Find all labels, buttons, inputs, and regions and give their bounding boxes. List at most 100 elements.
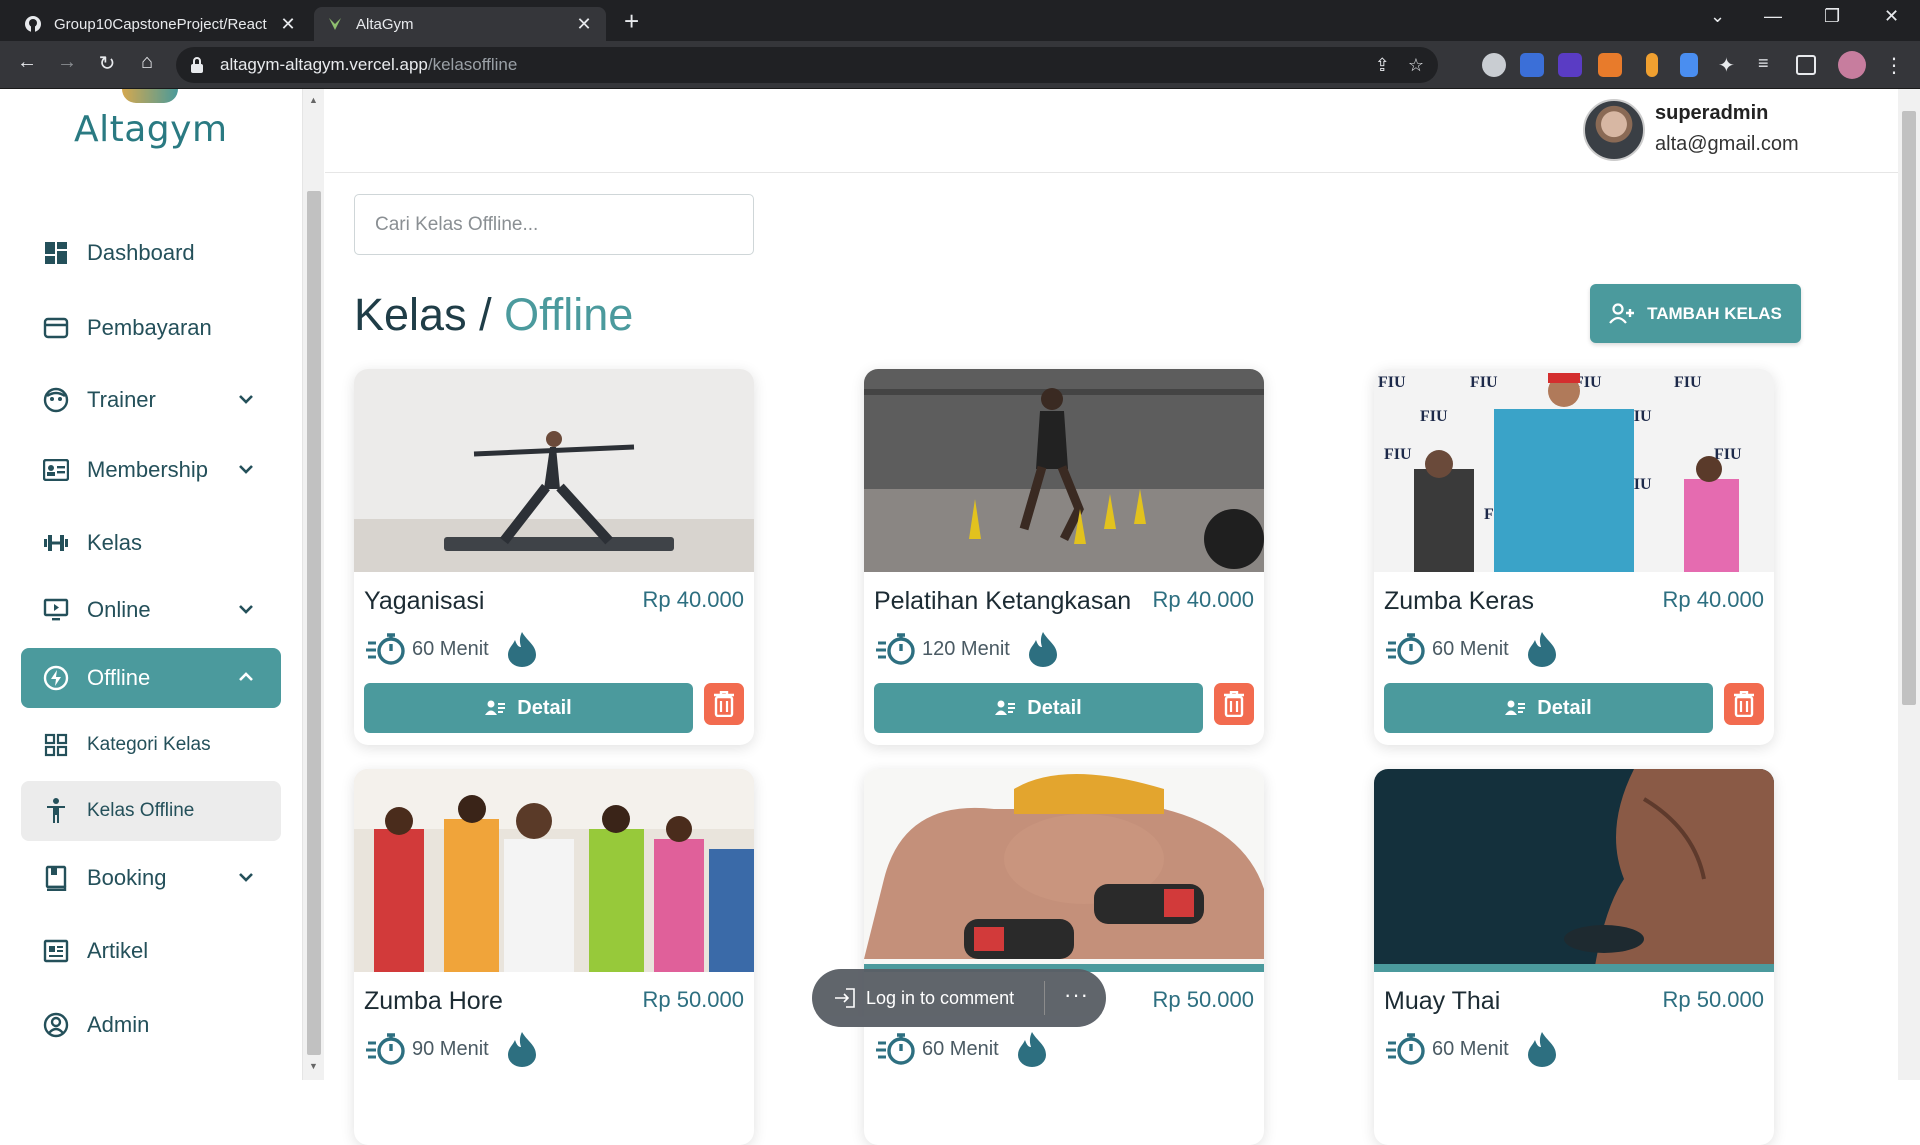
user-list-icon [485,700,506,715]
svg-text:FIU: FIU [1674,374,1702,391]
extension-icon[interactable] [1680,53,1698,77]
class-duration: 60 Menit [876,1031,1049,1067]
sidebar-item-dashboard[interactable]: Dashboard [21,223,281,283]
sidebar-item-label: Membership [87,457,209,482]
add-class-button[interactable]: TAMBAH KELAS [1590,284,1801,343]
sidebar-scrollbar[interactable]: ▲ ▼ [302,89,324,1080]
sidebar-item-label: Offline [87,665,151,690]
reading-list-icon[interactable]: ≡ [1758,53,1782,77]
sidebar-item-label: Artikel [87,938,149,963]
class-price: Rp 40.000 [1152,587,1254,612]
close-window-icon[interactable]: ✕ [1884,6,1899,27]
svg-text:FIU: FIU [1384,446,1412,463]
back-icon[interactable]: ← [14,51,40,74]
menu-kebab-icon[interactable]: ⋮ [1884,53,1908,77]
avatar[interactable] [1583,99,1645,161]
class-image [354,769,754,972]
top-header: superadmin alta@gmail.com [325,89,1898,173]
trash-icon [714,691,734,717]
page-scrollbar[interactable] [1898,89,1920,1080]
delete-button[interactable] [1724,683,1764,725]
timer-icon [876,1033,915,1065]
forward-icon[interactable]: → [54,51,80,74]
class-image [354,369,754,572]
browser-tab-github[interactable]: Group10CapstoneProject/React ✕ [12,7,310,41]
login-icon [835,988,855,1008]
book-icon [43,865,69,891]
class-card: Muay Thai Rp 50.000 60 Menit [1374,769,1774,1145]
user-email: alta@gmail.com [1655,133,1799,155]
url-field[interactable]: altagym-altagym.vercel.app/kelasoffline … [176,47,1438,83]
toast-divider [1044,981,1045,1015]
user-list-icon [995,700,1016,715]
close-tab-icon[interactable]: ✕ [278,14,298,35]
timer-icon [366,1033,405,1065]
extensions-puzzle-icon[interactable]: ✦ [1718,53,1742,77]
delete-button[interactable] [1214,683,1254,725]
class-card: Yaganisasi Rp 40.000 60 Menit Detail [354,369,754,745]
sidebar-item-trainer[interactable]: Trainer [21,370,281,430]
sidebar-item-kelas[interactable]: Kelas [21,513,281,573]
detail-button[interactable]: Detail [1384,683,1713,733]
detail-button[interactable]: Detail [874,683,1203,733]
svg-text:FIU: FIU [1420,408,1448,425]
home-icon[interactable]: ⌂ [134,51,160,74]
sidebar-item-booking[interactable]: Booking [21,848,281,908]
sidebar-item-kelas-offline[interactable]: Kelas Offline [21,781,281,841]
class-card: Zumba Hore Rp 50.000 90 Menit [354,769,754,1145]
tab-search-icon[interactable]: ⌄ [1710,6,1725,27]
page-title-accent: Offline [504,289,634,340]
class-card: Pelatihan Ketangkasan Rp 40.000 120 Meni… [864,369,1264,745]
scroll-up-icon[interactable]: ▲ [309,95,318,105]
class-price: Rp 50.000 [1662,987,1764,1012]
sidebar-item-online[interactable]: Online [21,580,281,640]
scrollbar-thumb[interactable] [1902,111,1916,705]
browser-tab-altagym[interactable]: AltaGym ✕ [314,7,606,41]
extension-icon[interactable] [1558,53,1582,77]
profile-avatar-icon[interactable] [1838,51,1866,79]
bookmark-star-icon[interactable]: ☆ [1408,55,1424,76]
logo-mark-icon [122,89,178,103]
translate-extension-icon[interactable] [1520,53,1544,77]
class-price: Rp 40.000 [1662,587,1764,612]
page-title-prefix: Kelas / [354,289,505,340]
sidebar-item-kategori-kelas[interactable]: Kategori Kelas [21,715,281,775]
more-options-icon[interactable]: ··· [1064,982,1089,1008]
article-icon [43,938,69,964]
restore-icon[interactable]: ❐ [1824,6,1840,27]
sidebar-item-label: Online [87,597,151,622]
scroll-down-icon[interactable]: ▼ [309,1061,318,1071]
tab-title: Group10CapstoneProject/React [54,15,267,33]
login-to-comment-label: Log in to comment [866,987,1015,1008]
detail-button[interactable]: Detail [364,683,693,733]
delete-button[interactable] [704,683,744,725]
extension-icon[interactable] [1646,53,1658,77]
face-icon [43,387,69,413]
timer-icon [1386,633,1425,665]
sidebar-item-artikel[interactable]: Artikel [21,921,281,981]
metamask-extension-icon[interactable] [1598,53,1622,77]
share-icon[interactable]: ⇪ [1375,55,1390,76]
class-name: Zumba Hore [364,987,503,1015]
class-duration: 90 Menit [366,1031,539,1067]
side-panel-icon[interactable] [1796,55,1816,75]
duration-text: 120 Menit [922,637,1010,660]
extension-icon[interactable] [1482,53,1506,77]
minimize-icon[interactable]: — [1764,6,1782,27]
sidebar-item-membership[interactable]: Membership [21,440,281,500]
duration-text: 60 Menit [1432,637,1509,660]
class-image [1374,769,1774,972]
sidebar-item-label: Pembayaran [87,315,212,340]
new-tab-button[interactable]: + [624,8,639,34]
url-host: altagym-altagym.vercel.app [220,55,428,74]
close-tab-icon[interactable]: ✕ [574,14,594,35]
sidebar-item-offline[interactable]: Offline [21,648,281,708]
reload-icon[interactable]: ↻ [94,51,120,76]
address-bar: ← → ↻ ⌂ altagym-altagym.vercel.app/kelas… [0,41,1920,89]
search-input[interactable] [354,194,754,255]
sidebar-item-pembayaran[interactable]: Pembayaran [21,298,281,358]
scrollbar-thumb[interactable] [307,191,321,1055]
sidebar-item-admin[interactable]: Admin [21,995,281,1055]
page: Altagym Dashboard Pembayaran Trainer Mem… [0,89,1920,1145]
comment-toast[interactable]: Log in to comment ··· [812,969,1106,1027]
